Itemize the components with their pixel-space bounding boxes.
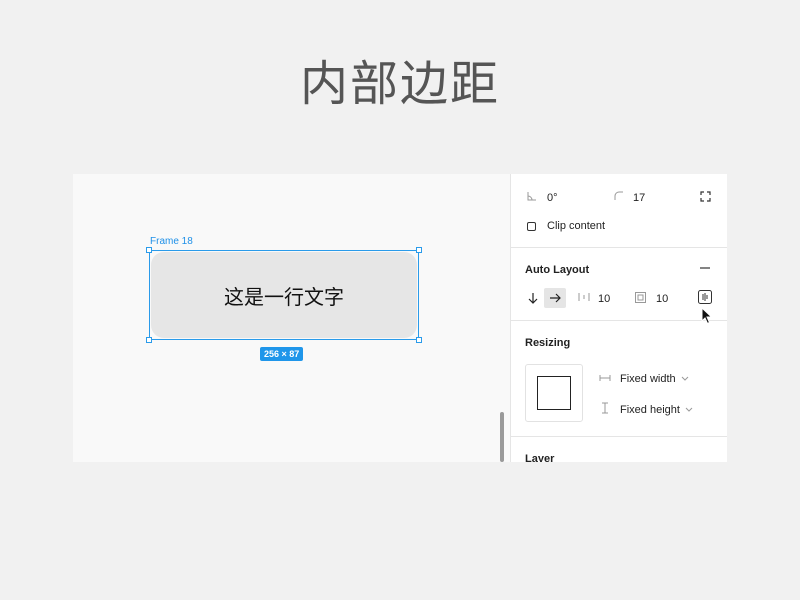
height-mode-label: Fixed height	[620, 403, 680, 416]
auto-layout-title: Auto Layout	[525, 264, 590, 276]
corner-radius-icon	[614, 191, 624, 204]
rotation-value[interactable]: 0°	[547, 192, 558, 204]
resizing-preview-frame	[537, 376, 571, 410]
canvas[interactable]: Frame 18 这是一行文字 256 × 87	[73, 174, 510, 462]
vertical-resize-icon	[599, 402, 611, 417]
arrow-right-icon[interactable]	[544, 288, 566, 308]
width-mode-label: Fixed width	[620, 373, 676, 385]
width-mode-dropdown[interactable]: Fixed width	[599, 373, 689, 385]
clip-content-checkbox[interactable]: Clip content	[527, 220, 605, 232]
alignment-icon[interactable]	[698, 290, 712, 304]
minus-icon[interactable]	[699, 262, 711, 274]
divider	[511, 247, 727, 248]
frame-name-label[interactable]: Frame 18	[150, 236, 193, 247]
canvas-scrollbar[interactable]	[500, 412, 504, 462]
selected-frame[interactable]: 这是一行文字	[146, 247, 422, 343]
resize-handle-bottom-right[interactable]	[416, 337, 422, 343]
frame-text[interactable]: 这是一行文字	[151, 252, 417, 338]
slide-title: 内部边距	[299, 56, 500, 112]
spacing-between-icon	[578, 292, 590, 305]
padding-value[interactable]: 10	[656, 293, 668, 305]
clip-content-label: Clip content	[547, 220, 606, 232]
horizontal-resize-icon	[599, 373, 611, 385]
checkbox-box[interactable]	[527, 221, 536, 231]
cursor-arrow-icon	[701, 306, 713, 329]
resize-handle-top-left[interactable]	[146, 247, 152, 253]
corner-radius-field[interactable]: 17	[614, 191, 645, 204]
padding-icon	[635, 292, 646, 306]
resize-handle-bottom-left[interactable]	[146, 337, 152, 343]
padding-field[interactable]: 10	[635, 292, 668, 306]
layer-title: Layer	[525, 453, 555, 462]
divider	[511, 320, 727, 321]
divider	[511, 436, 727, 437]
resizing-title: Resizing	[525, 337, 571, 349]
spacing-between-value[interactable]: 10	[598, 293, 610, 305]
resize-handle-top-right[interactable]	[416, 247, 422, 253]
chevron-down-icon	[685, 404, 693, 416]
angle-icon	[527, 191, 537, 204]
properties-panel: 0° 17 Clip content Auto Layout 10 10 Res…	[510, 174, 727, 462]
independent-corners-icon[interactable]	[700, 191, 711, 202]
dimension-badge: 256 × 87	[260, 347, 304, 361]
spacing-between-field[interactable]: 10	[578, 292, 610, 305]
editor-window: Frame 18 这是一行文字 256 × 87 0° 17 Clip cont…	[73, 174, 727, 462]
rotation-field[interactable]: 0°	[527, 191, 558, 204]
chevron-down-icon	[681, 373, 689, 385]
resizing-preview	[525, 364, 583, 422]
height-mode-dropdown[interactable]: Fixed height	[599, 402, 693, 417]
corner-radius-value[interactable]: 17	[633, 192, 645, 204]
arrow-down-icon[interactable]	[522, 288, 544, 308]
